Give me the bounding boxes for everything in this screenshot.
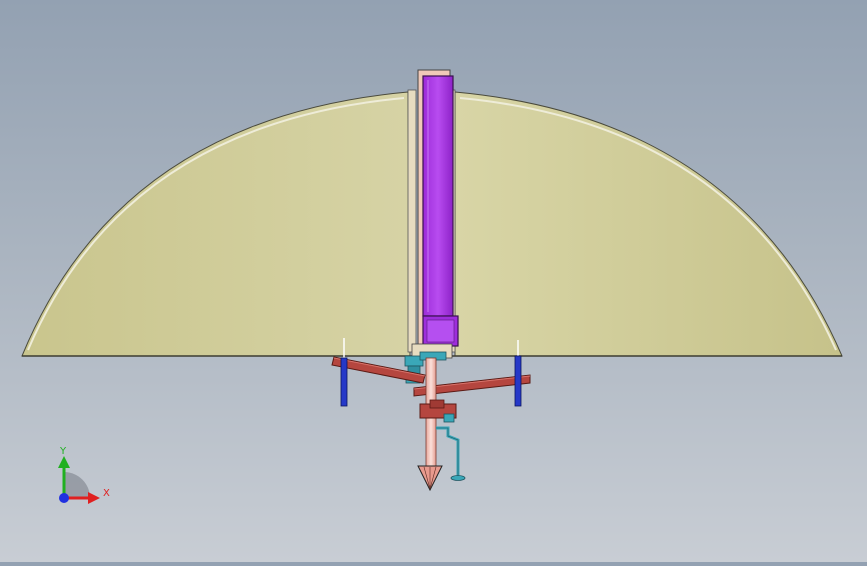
3d-viewport[interactable]: Y X [0, 0, 867, 562]
lower-bracket[interactable] [419, 399, 457, 423]
mast-base-block[interactable] [422, 315, 459, 347]
z-axis-dot [59, 493, 69, 503]
y-axis-arrowhead [58, 456, 70, 468]
x-axis-arrowhead [88, 492, 100, 504]
dome-right-half[interactable] [454, 91, 843, 357]
dome-left-half[interactable] [21, 91, 411, 357]
side-pipe[interactable] [436, 426, 466, 481]
reference-triad[interactable]: Y X [58, 446, 110, 504]
drill-bit[interactable] [417, 465, 443, 492]
pipe-foot[interactable] [450, 475, 466, 481]
triad-origin-icon [64, 472, 90, 498]
model-canvas[interactable]: Y X [0, 0, 867, 562]
y-axis-label: Y [59, 446, 67, 457]
x-axis-label: X [103, 488, 110, 499]
